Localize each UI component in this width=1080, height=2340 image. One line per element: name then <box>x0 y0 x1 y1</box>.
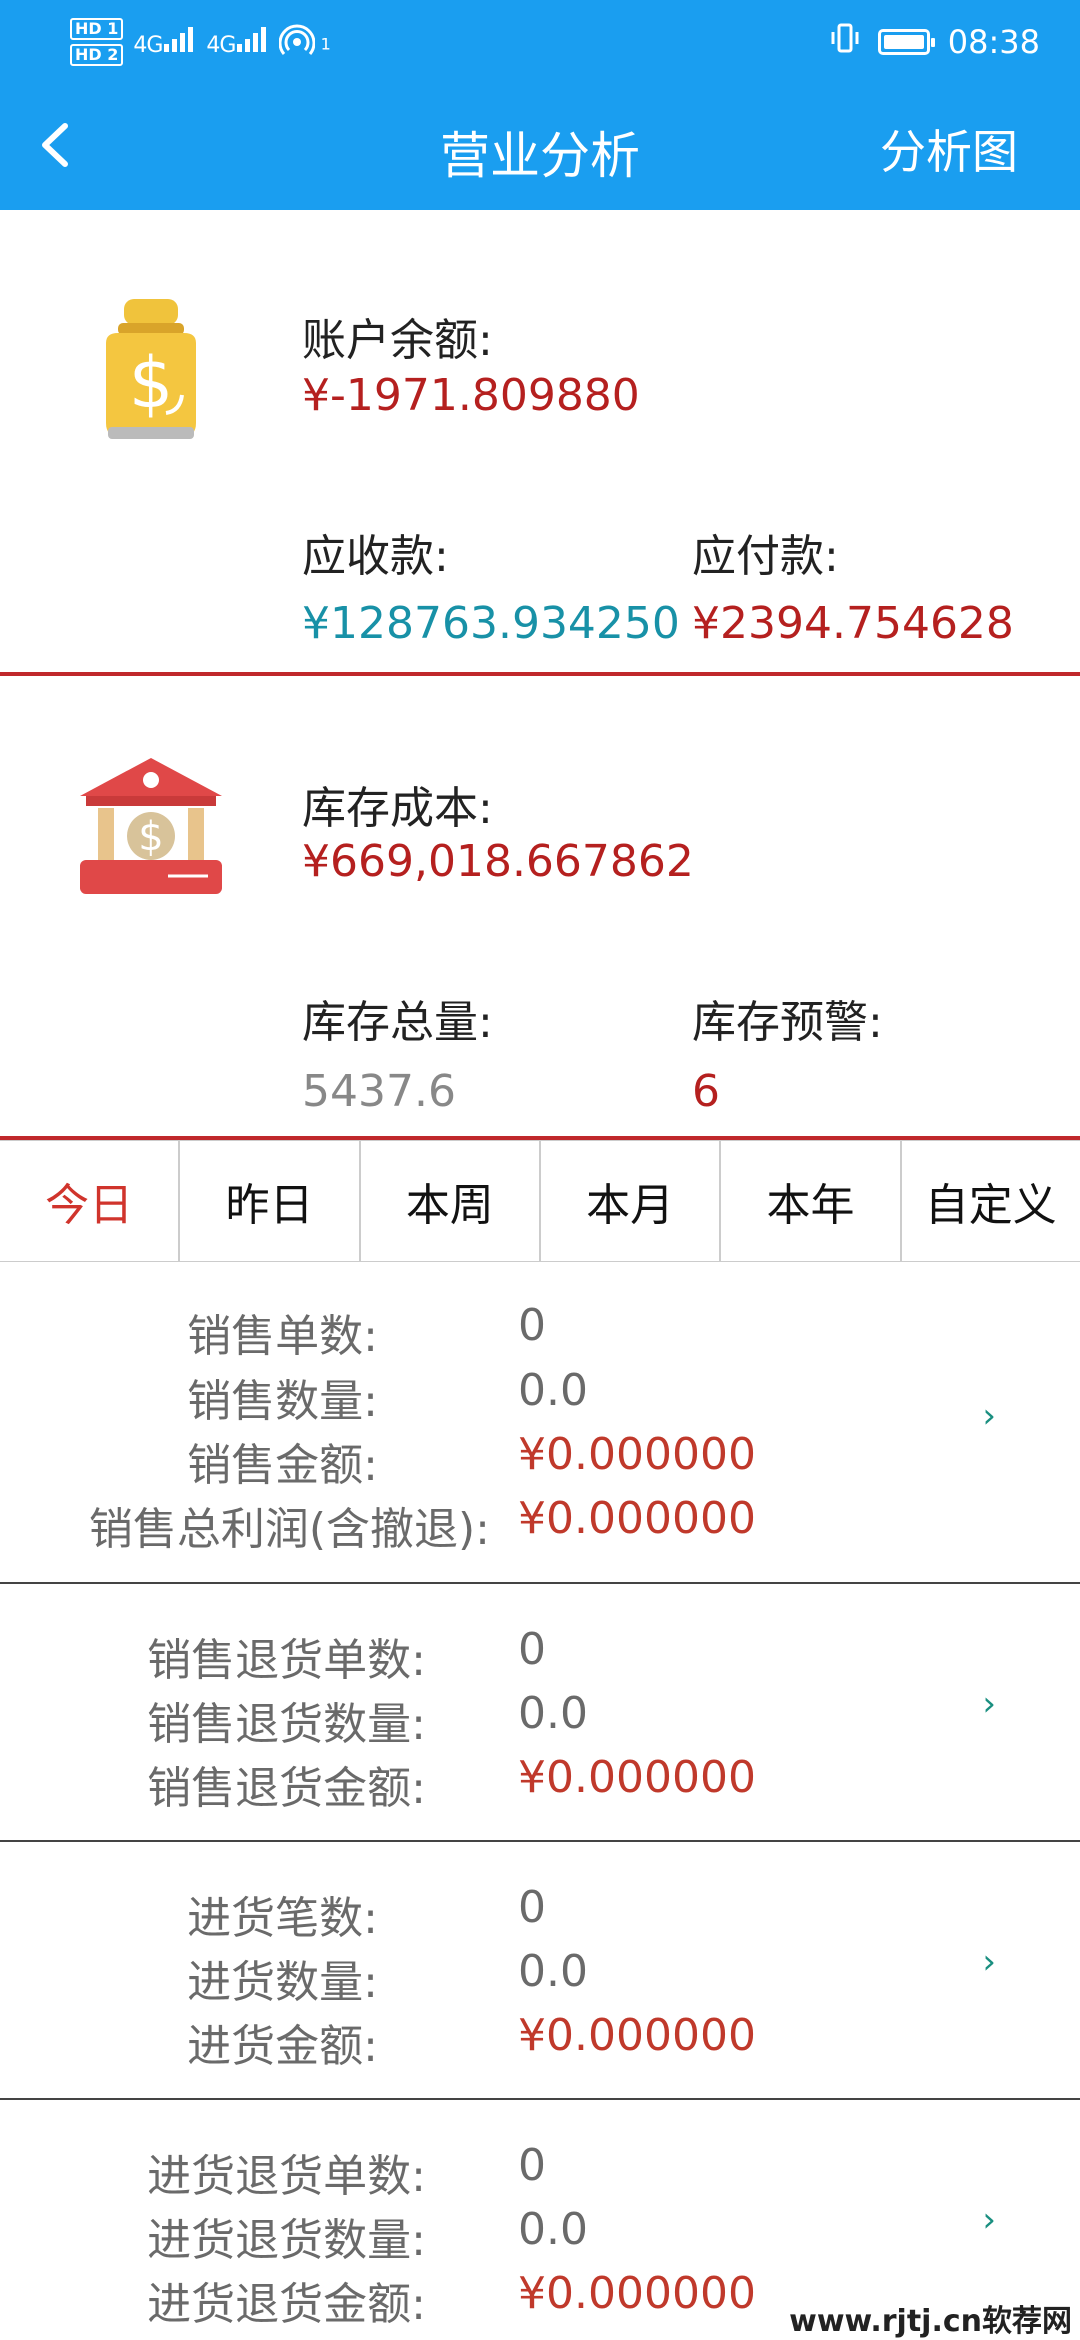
stat-row: 进货退货数量: 0.0 <box>0 2204 1080 2269</box>
analysis-chart-button[interactable]: 分析图 <box>880 116 1018 182</box>
balance-label: 账户余额: <box>302 315 493 366</box>
stat-row: 进货数量: 0.0 <box>0 1946 1080 2011</box>
chevron-right-icon: › <box>982 1684 996 1724</box>
money-bag-icon: $ <box>96 295 206 449</box>
balance-value: ¥-1971.809880 <box>302 370 640 421</box>
stat-label: 销售总利润(含撤退): <box>88 1504 490 1555</box>
watermark: www.rjtj.cn软荐网 <box>789 2296 1072 2340</box>
stat-label: 销售退货数量: <box>147 1699 426 1750</box>
status-bar: HD 1 HD 2 4G 4G 1 08:38 <box>0 0 1080 90</box>
stat-label: 销售退货金额: <box>147 1763 426 1814</box>
stat-row: 销售退货数量: 0.0 <box>0 1688 1080 1753</box>
period-tabs: 今日 昨日 本周 本月 本年 自定义 <box>0 1140 1080 1262</box>
tab-this-week[interactable]: 本周 <box>361 1141 541 1261</box>
chevron-right-icon: › <box>982 2200 996 2240</box>
inventory-warning-label: 库存预警: <box>692 997 883 1048</box>
stat-value: ¥0.000000 <box>518 2268 756 2319</box>
top-bar: HD 1 HD 2 4G 4G 1 08:38 营业分析 分析图 <box>0 0 1080 210</box>
stat-label: 进货笔数: <box>187 1893 378 1944</box>
inventory-total-label: 库存总量: <box>302 997 493 1048</box>
stat-row: 进货退货单数: 0 <box>0 2140 1080 2205</box>
inventory-cost-value: ¥669,018.667862 <box>302 836 694 887</box>
stat-label: 进货数量: <box>187 1957 378 2008</box>
sales-return-stats-card[interactable]: 销售退货单数: 0 销售退货数量: 0.0 销售退货金额: ¥0.000000 … <box>0 1584 1080 1840</box>
tab-today[interactable]: 今日 <box>0 1141 181 1261</box>
hotspot-count: 1 <box>320 34 331 54</box>
svg-text:$: $ <box>138 814 163 860</box>
signal-icon-2: 4G <box>206 26 269 58</box>
tab-yesterday[interactable]: 昨日 <box>180 1141 361 1261</box>
stat-label: 销售单数: <box>187 1311 378 1362</box>
signal-icon-1: 4G <box>133 26 196 58</box>
receivable-label: 应收款: <box>302 531 449 582</box>
stat-value: 0 <box>518 2140 546 2191</box>
stat-row: 进货笔数: 0 <box>0 1882 1080 1947</box>
stat-value: 0 <box>518 1882 546 1933</box>
stat-label: 进货退货单数: <box>147 2151 426 2202</box>
stat-label: 进货退货金额: <box>147 2279 426 2330</box>
stat-label: 进货金额: <box>187 2021 378 2072</box>
vibrate-icon <box>830 22 860 62</box>
stat-value: 0 <box>518 1300 546 1351</box>
hd1-badge: HD 1 <box>70 18 124 40</box>
chevron-right-icon: › <box>982 1942 996 1982</box>
status-left: HD 1 HD 2 4G 4G 1 <box>70 18 331 66</box>
tab-this-year[interactable]: 本年 <box>721 1141 902 1261</box>
network-type-1: 4G <box>133 33 163 58</box>
purchase-stats-card[interactable]: 进货笔数: 0 进货数量: 0.0 进货金额: ¥0.000000 › <box>0 1842 1080 2098</box>
stat-row: 销售总利润(含撤退): ¥0.000000 <box>0 1493 1080 1558</box>
chevron-right-icon: › <box>982 1396 996 1436</box>
stat-label: 销售金额: <box>187 1440 378 1491</box>
stat-label: 销售退货单数: <box>147 1635 426 1686</box>
stat-value: 0.0 <box>518 1688 588 1739</box>
stat-value: ¥0.000000 <box>518 1493 756 1544</box>
inventory-cost-label: 库存成本: <box>302 783 493 834</box>
stat-value: ¥0.000000 <box>518 1752 756 1803</box>
stat-value: ¥0.000000 <box>518 1429 756 1480</box>
stat-row: 销售金额: ¥0.000000 <box>0 1429 1080 1494</box>
payable-label: 应付款: <box>692 531 839 582</box>
status-right: 08:38 <box>830 22 1040 62</box>
stat-row: 销售单数: 0 <box>0 1300 1080 1365</box>
stat-row: 销售退货金额: ¥0.000000 <box>0 1752 1080 1817</box>
stat-row: 销售退货单数: 0 <box>0 1624 1080 1689</box>
battery-icon <box>877 29 935 55</box>
section-divider <box>0 672 1080 676</box>
stat-value: 0 <box>518 1624 546 1675</box>
stat-label: 销售数量: <box>187 1376 378 1427</box>
payable-value: ¥2394.754628 <box>692 598 1014 649</box>
sales-stats-card[interactable]: 销售单数: 0 销售数量: 0.0 销售金额: ¥0.000000 销售总利润(… <box>0 1262 1080 1582</box>
bank-icon: $ <box>78 756 224 902</box>
inventory-total-value: 5437.6 <box>302 1066 456 1117</box>
hd2-badge: HD 2 <box>70 44 124 66</box>
receivable-value: ¥128763.934250 <box>302 598 680 649</box>
stat-row: 进货金额: ¥0.000000 <box>0 2010 1080 2075</box>
tab-this-month[interactable]: 本月 <box>541 1141 722 1261</box>
stat-value: ¥0.000000 <box>518 2010 756 2061</box>
inventory-warning-value[interactable]: 6 <box>692 1066 720 1117</box>
network-type-2: 4G <box>206 33 236 58</box>
hotspot-icon: 1 <box>279 24 331 60</box>
tab-custom[interactable]: 自定义 <box>902 1141 1080 1261</box>
stat-label: 进货退货数量: <box>147 2215 426 2266</box>
stat-value: 0.0 <box>518 1365 588 1416</box>
hd-badges: HD 1 HD 2 <box>70 18 124 66</box>
nav-bar: 营业分析 分析图 <box>0 90 1080 210</box>
stat-value: 0.0 <box>518 2204 588 2255</box>
stat-row: 销售数量: 0.0 <box>0 1365 1080 1430</box>
stat-value: 0.0 <box>518 1946 588 1997</box>
clock: 08:38 <box>947 23 1040 61</box>
